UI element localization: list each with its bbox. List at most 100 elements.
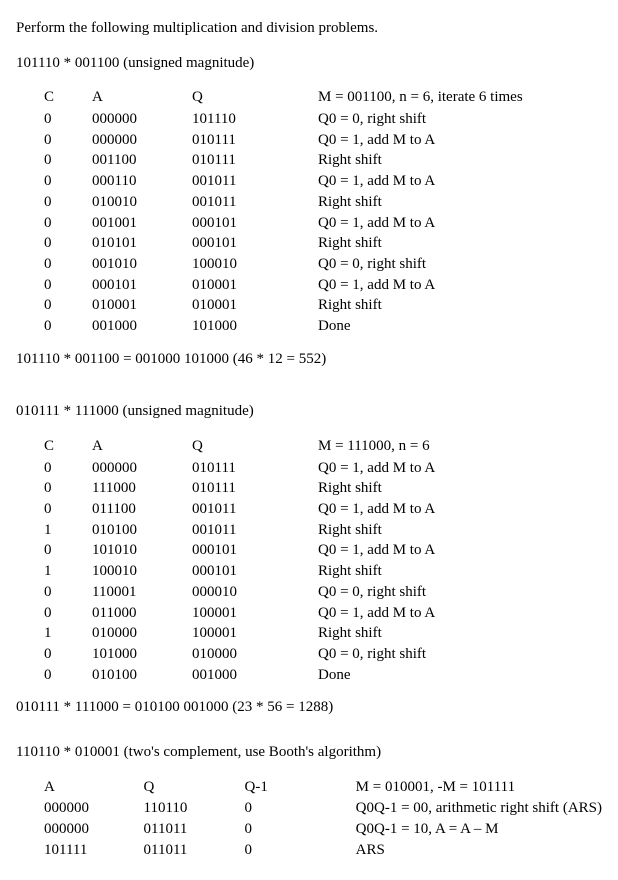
p3-a: 000000 <box>44 798 144 819</box>
p2-q: 000010 <box>192 582 318 603</box>
p3-q1: 0 <box>245 819 356 840</box>
p1-c: 0 <box>44 275 92 296</box>
p1-a: 001010 <box>92 254 192 275</box>
p3-a: 101111 <box>44 840 144 861</box>
p2-a: 111000 <box>92 478 192 499</box>
p1-q: 101110 <box>192 109 318 130</box>
p2-cmt: Q0 = 0, right shift <box>318 644 435 665</box>
p2-c: 0 <box>44 603 92 624</box>
p1-cmt: Done <box>318 316 523 337</box>
p2-c: 0 <box>44 458 92 479</box>
p1-header-comment: M = 001100, n = 6, iterate 6 times <box>318 87 523 109</box>
p1-c: 0 <box>44 213 92 234</box>
p1-q: 010001 <box>192 295 318 316</box>
p3-cmt: ARS <box>356 840 602 861</box>
p2-a: 100010 <box>92 561 192 582</box>
p2-a: 011000 <box>92 603 192 624</box>
p2-q: 100001 <box>192 623 318 644</box>
p1-q: 010111 <box>192 150 318 171</box>
p1-q: 010001 <box>192 275 318 296</box>
p1-a: 010010 <box>92 192 192 213</box>
p1-result: 101110 * 001100 = 001000 101000 (46 * 12… <box>16 349 602 370</box>
p3-q1: 0 <box>245 840 356 861</box>
p3-cmt: Q0Q-1 = 00, arithmetic right shift (ARS) <box>356 798 602 819</box>
problem3-title: 110110 * 010001 (two's complement, use B… <box>16 742 602 763</box>
p1-c: 0 <box>44 109 92 130</box>
p2-cmt: Q0 = 1, add M to A <box>318 603 435 624</box>
p1-c: 0 <box>44 130 92 151</box>
p1-c: 0 <box>44 295 92 316</box>
p2-c: 0 <box>44 499 92 520</box>
p2-cmt: Right shift <box>318 520 435 541</box>
p2-result: 010111 * 111000 = 010100 001000 (23 * 56… <box>16 697 602 718</box>
p2-a: 010100 <box>92 665 192 686</box>
p1-c: 0 <box>44 192 92 213</box>
p2-cmt: Right shift <box>318 623 435 644</box>
p1-cmt: Q0 = 1, add M to A <box>318 213 523 234</box>
p1-c: 0 <box>44 233 92 254</box>
p2-q: 010000 <box>192 644 318 665</box>
p2-cmt: Done <box>318 665 435 686</box>
p1-cmt: Right shift <box>318 150 523 171</box>
p1-c: 0 <box>44 150 92 171</box>
problem2-title: 010111 * 111000 (unsigned magnitude) <box>16 401 602 422</box>
p2-a: 000000 <box>92 458 192 479</box>
p2-c: 1 <box>44 520 92 541</box>
p2-cmt: Right shift <box>318 561 435 582</box>
p1-c: 0 <box>44 254 92 275</box>
p1-a: 000000 <box>92 130 192 151</box>
p1-a: 001001 <box>92 213 192 234</box>
p2-q: 000101 <box>192 540 318 561</box>
p1-q: 000101 <box>192 233 318 254</box>
p2-cmt: Q0 = 1, add M to A <box>318 458 435 479</box>
p1-a: 001100 <box>92 150 192 171</box>
p3-header-q1: Q-1 <box>245 777 356 799</box>
p2-q: 001011 <box>192 499 318 520</box>
p2-cmt: Q0 = 0, right shift <box>318 582 435 603</box>
p2-a: 101000 <box>92 644 192 665</box>
p1-q: 001011 <box>192 192 318 213</box>
p1-q: 101000 <box>192 316 318 337</box>
p2-q: 010111 <box>192 458 318 479</box>
p2-c: 0 <box>44 478 92 499</box>
p2-c: 1 <box>44 561 92 582</box>
p1-cmt: Right shift <box>318 192 523 213</box>
p1-a: 001000 <box>92 316 192 337</box>
p3-header-comment: M = 010001, -M = 101111 <box>356 777 602 799</box>
p1-cmt: Q0 = 1, add M to A <box>318 275 523 296</box>
p2-header-c: C <box>44 436 92 458</box>
p1-cmt: Right shift <box>318 295 523 316</box>
p1-q: 100010 <box>192 254 318 275</box>
p1-cmt: Q0 = 1, add M to A <box>318 130 523 151</box>
p2-header-comment: M = 111000, n = 6 <box>318 436 435 458</box>
p3-q: 011011 <box>144 840 245 861</box>
p2-header-q: Q <box>192 436 318 458</box>
p1-header-c: C <box>44 87 92 109</box>
p2-header-a: A <box>92 436 192 458</box>
p1-cmt: Right shift <box>318 233 523 254</box>
p3-q1: 0 <box>245 798 356 819</box>
problem1-table: C A Q M = 001100, n = 6, iterate 6 times… <box>44 87 523 336</box>
p2-q: 100001 <box>192 603 318 624</box>
p3-q: 110110 <box>144 798 245 819</box>
intro-text: Perform the following multiplication and… <box>16 18 602 39</box>
p2-q: 000101 <box>192 561 318 582</box>
p2-a: 010000 <box>92 623 192 644</box>
problem3-table: A Q Q-1 M = 010001, -M = 101111 00000011… <box>44 777 602 861</box>
problem2-table: C A Q M = 111000, n = 6 0000000010111Q0 … <box>44 436 435 685</box>
p1-cmt: Q0 = 1, add M to A <box>318 171 523 192</box>
p1-q: 010111 <box>192 130 318 151</box>
p2-c: 1 <box>44 623 92 644</box>
p2-a: 010100 <box>92 520 192 541</box>
p2-cmt: Right shift <box>318 478 435 499</box>
p2-c: 0 <box>44 540 92 561</box>
p3-q: 011011 <box>144 819 245 840</box>
p3-cmt: Q0Q-1 = 10, A = A – M <box>356 819 602 840</box>
p1-a: 000000 <box>92 109 192 130</box>
p1-cmt: Q0 = 0, right shift <box>318 109 523 130</box>
p1-q: 001011 <box>192 171 318 192</box>
p1-a: 000110 <box>92 171 192 192</box>
p2-q: 001000 <box>192 665 318 686</box>
p1-header-a: A <box>92 87 192 109</box>
problem1-title: 101110 * 001100 (unsigned magnitude) <box>16 53 602 74</box>
